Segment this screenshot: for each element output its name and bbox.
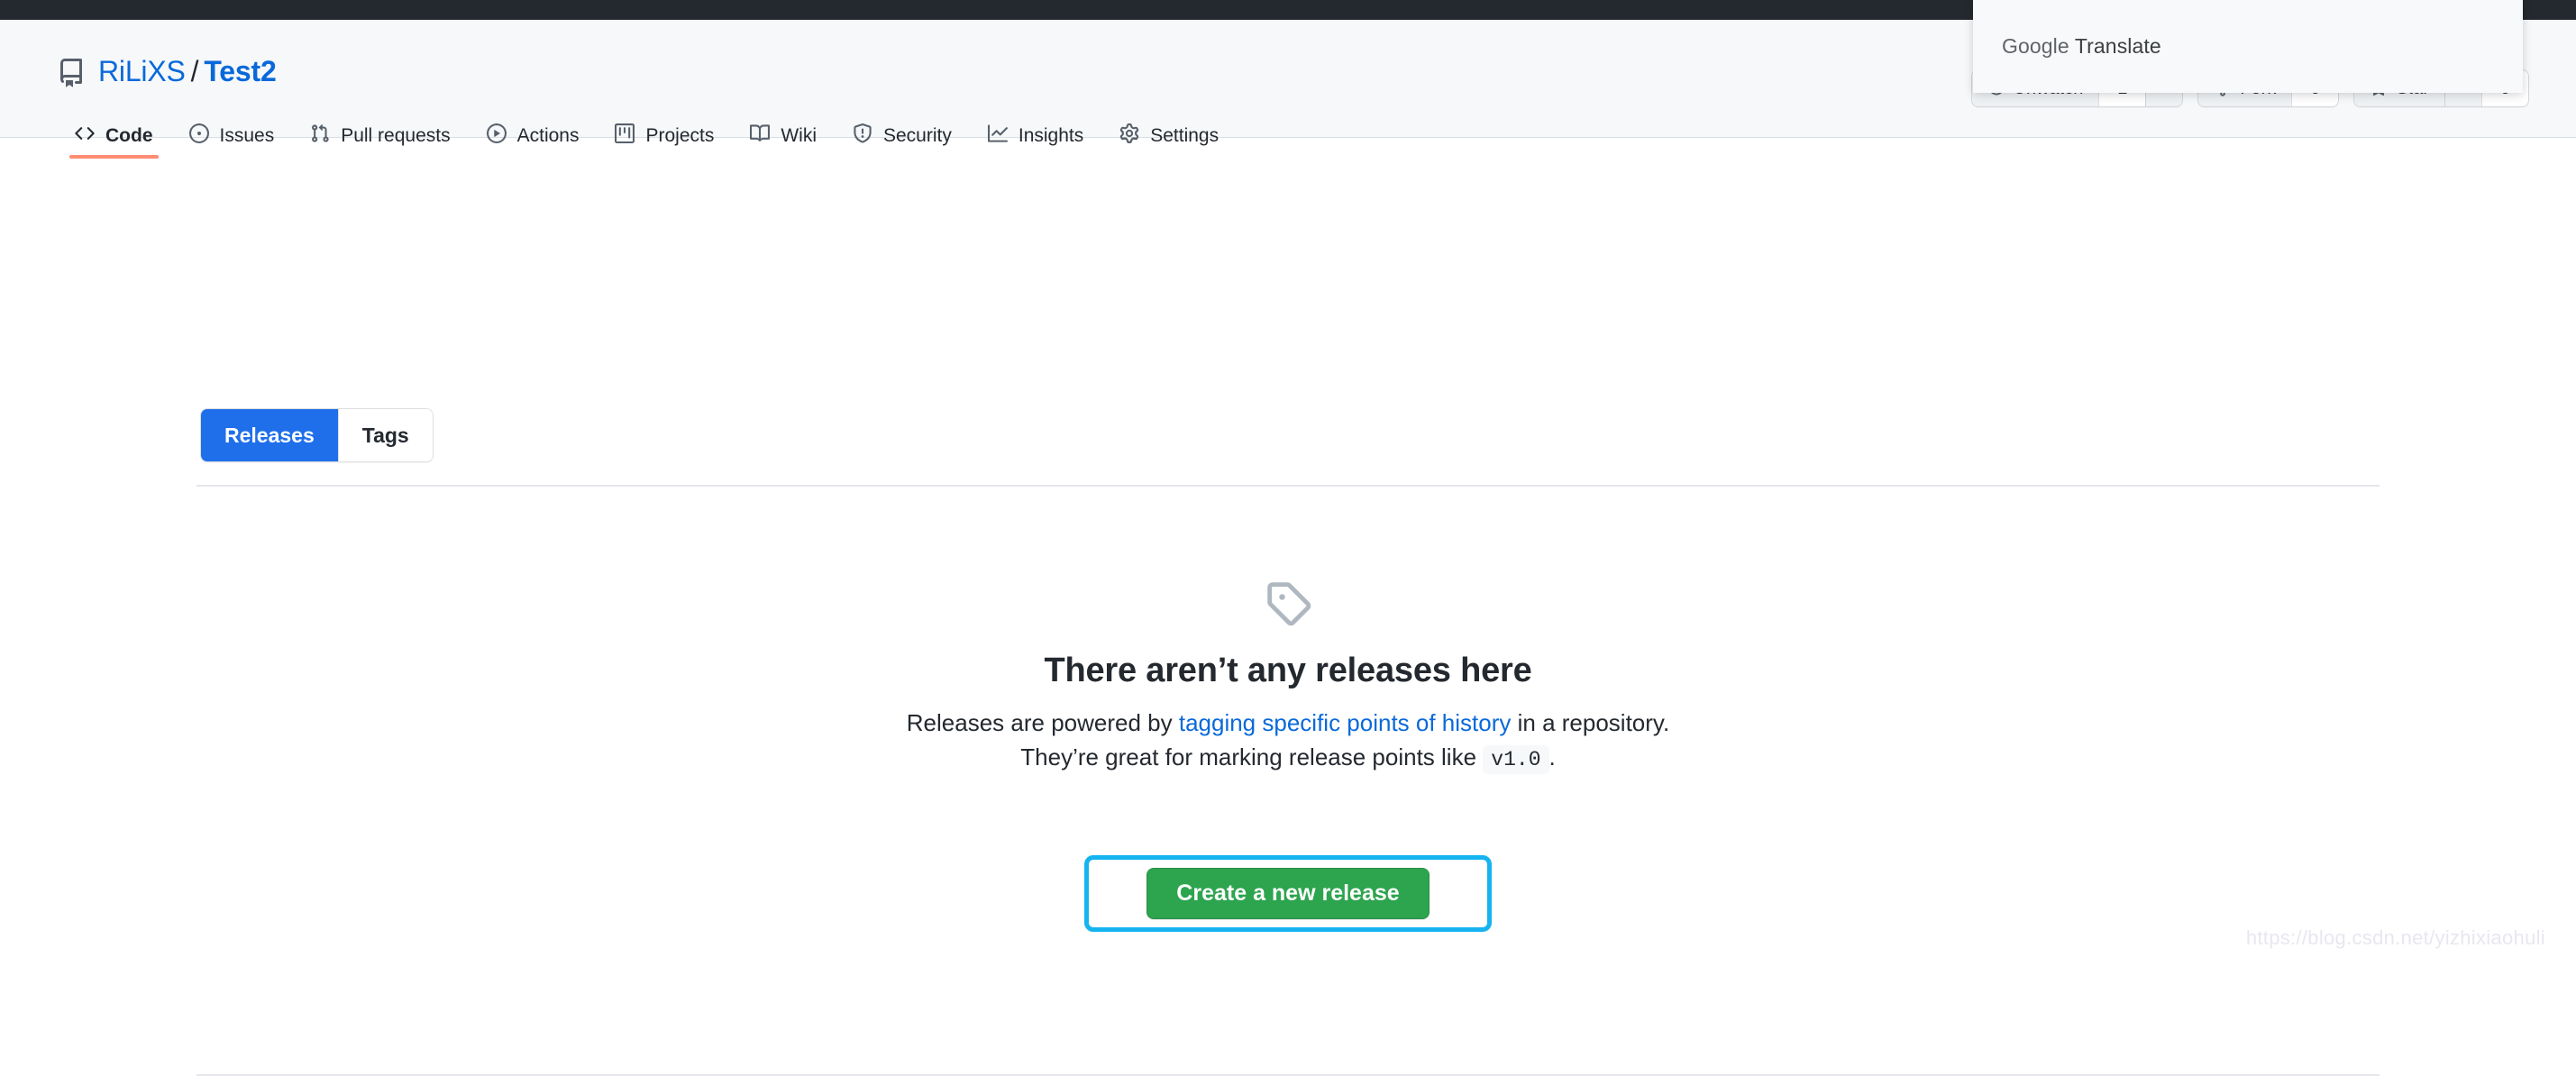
line1-suffix: in a repository. — [1511, 709, 1670, 736]
breadcrumb-separator: / — [190, 55, 199, 87]
tab-settings-label: Settings — [1150, 125, 1219, 146]
watermark-text: https://blog.csdn.net/yizhixiaohuli — [2245, 926, 2545, 949]
empty-state-line-1: Releases are powered by tagging specific… — [0, 707, 2576, 741]
empty-state-body: Releases are powered by tagging specific… — [0, 707, 2576, 775]
repo-book-icon — [57, 57, 86, 87]
google-brand-text: Google — [2002, 34, 2069, 58]
breadcrumb: RiLiXS / Test2 — [57, 55, 277, 87]
toggle-tags[interactable]: Tags — [337, 409, 433, 461]
tab-code[interactable]: Code — [57, 114, 171, 159]
tab-wiki[interactable]: Wiki — [732, 114, 835, 158]
translate-text: Translate — [2074, 34, 2161, 58]
graph-icon — [987, 123, 1008, 149]
tab-settings[interactable]: Settings — [1101, 114, 1237, 158]
tab-insights[interactable]: Insights — [970, 114, 1101, 158]
line1-prefix: Releases are powered by — [906, 709, 1179, 736]
line2-prefix: They’re great for marking release points… — [1020, 743, 1484, 771]
google-translate-popup[interactable]: Google Translate — [1973, 0, 2523, 93]
create-release-cta-wrap: Create a new release — [0, 855, 2576, 932]
tab-issues-label: Issues — [219, 125, 275, 146]
tab-projects-label: Projects — [645, 125, 715, 146]
create-new-release-button[interactable]: Create a new release — [1146, 868, 1430, 919]
project-icon — [615, 123, 635, 149]
tag-icon — [0, 579, 2576, 626]
repo-nav: Code Issues Pull requests Actions Projec… — [57, 114, 1237, 159]
toggle-releases[interactable]: Releases — [201, 409, 338, 461]
content-divider-top — [196, 485, 2380, 487]
tab-actions-label: Actions — [516, 125, 580, 146]
tab-wiki-label: Wiki — [781, 125, 817, 146]
line2-suffix: . — [1548, 743, 1556, 771]
tab-code-label: Code — [105, 125, 153, 146]
issue-opened-icon — [188, 123, 209, 149]
segmented-control: Releases Tags — [200, 408, 434, 462]
tab-insights-label: Insights — [1018, 125, 1084, 146]
empty-state-line-2: They’re great for marking release points… — [0, 741, 2576, 775]
repo-name-link[interactable]: Test2 — [204, 55, 276, 87]
releases-empty-state: There aren’t any releases here Releases … — [0, 579, 2576, 775]
version-code-chip: v1.0 — [1483, 744, 1549, 774]
focus-ring-highlight: Create a new release — [1084, 855, 1492, 932]
tab-actions[interactable]: Actions — [469, 114, 598, 158]
tagging-history-link[interactable]: tagging specific points of history — [1179, 709, 1512, 736]
gear-icon — [1119, 123, 1139, 149]
git-pull-request-icon — [310, 123, 330, 149]
empty-state-heading: There aren’t any releases here — [1044, 652, 1532, 689]
releases-tags-toggle: Releases Tags — [200, 408, 434, 462]
tab-issues[interactable]: Issues — [171, 114, 293, 158]
repo-owner-link[interactable]: RiLiXS — [98, 55, 186, 87]
tab-pull-requests[interactable]: Pull requests — [292, 114, 468, 158]
code-icon — [75, 123, 95, 149]
google-translate-label: Google Translate — [2002, 34, 2161, 59]
play-icon — [486, 123, 507, 149]
repo-title: RiLiXS / Test2 — [98, 55, 277, 87]
tab-pull-requests-label: Pull requests — [341, 125, 451, 146]
shield-icon — [853, 123, 872, 149]
tab-security[interactable]: Security — [835, 114, 970, 158]
tab-security-label: Security — [883, 125, 952, 146]
tab-projects[interactable]: Projects — [597, 114, 732, 158]
book-icon — [750, 123, 771, 149]
